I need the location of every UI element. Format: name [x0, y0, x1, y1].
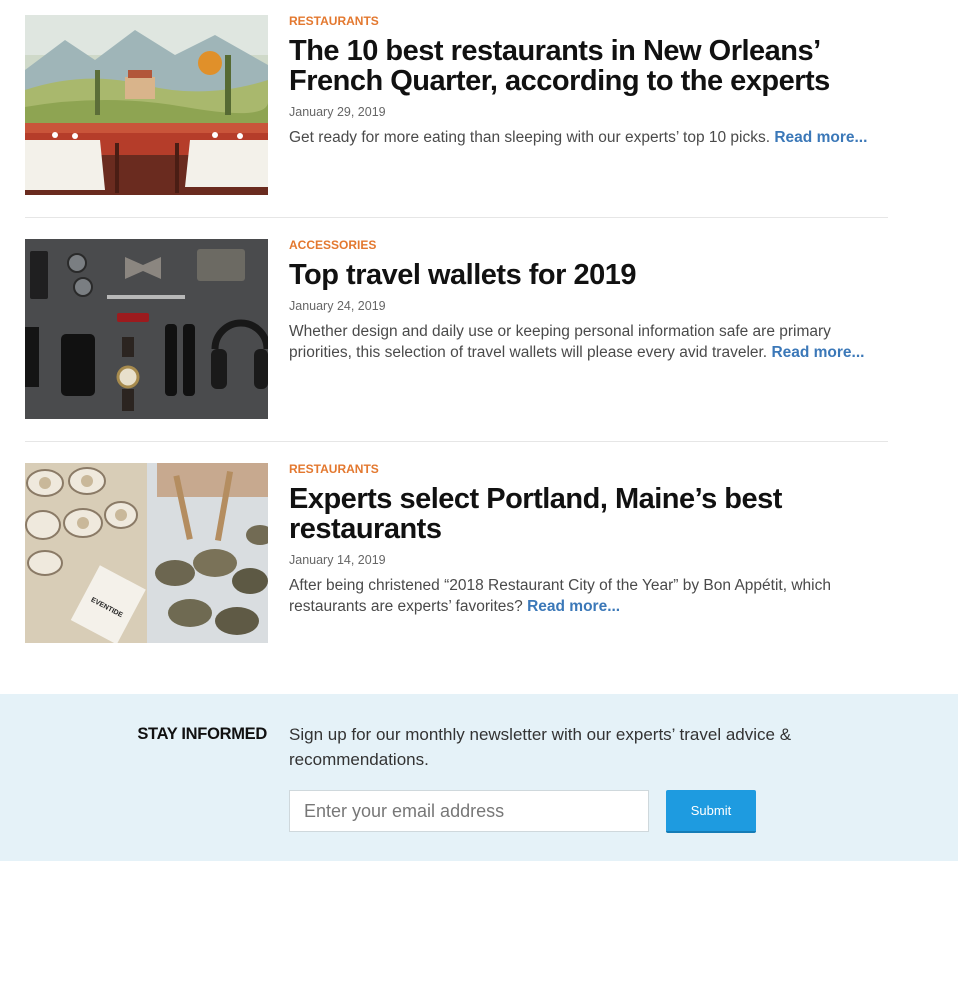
article-content: RESTAURANTS The 10 best restaurants in N…: [289, 15, 888, 148]
article-excerpt-text: Whether design and daily use or keeping …: [289, 323, 831, 361]
article-thumbnail[interactable]: EVENTIDE: [25, 463, 268, 643]
article-divider: [25, 441, 888, 442]
article-date: January 14, 2019: [289, 553, 386, 567]
article-category[interactable]: RESTAURANTS: [289, 463, 888, 475]
article-content: RESTAURANTS Experts select Portland, Mai…: [289, 463, 888, 617]
read-more-link[interactable]: Read more...: [774, 129, 867, 146]
article-thumbnail[interactable]: [25, 239, 268, 419]
read-more-link[interactable]: Read more...: [527, 598, 620, 615]
newsletter-section: STAY INFORMED Sign up for our monthly ne…: [0, 694, 958, 861]
article-category[interactable]: ACCESSORIES: [289, 239, 888, 251]
article-divider: [25, 217, 888, 218]
article-date: January 24, 2019: [289, 299, 386, 313]
submit-button[interactable]: Submit: [666, 790, 756, 833]
email-input[interactable]: [289, 790, 649, 832]
article-category[interactable]: RESTAURANTS: [289, 15, 888, 27]
article-title[interactable]: The 10 best restaurants in New Orleans’ …: [289, 36, 888, 96]
read-more-link[interactable]: Read more...: [771, 344, 864, 361]
article-excerpt: Whether design and daily use or keeping …: [289, 321, 888, 363]
article-excerpt: Get ready for more eating than sleeping …: [289, 127, 888, 148]
article-card: ACCESSORIES Top travel wallets for 2019 …: [25, 239, 888, 419]
article-card: RESTAURANTS The 10 best restaurants in N…: [25, 15, 888, 195]
article-card: EVENTIDE RESTAURANTS Experts select Port…: [25, 463, 888, 643]
article-thumbnail[interactable]: [25, 15, 268, 195]
article-excerpt: After being christened “2018 Restaurant …: [289, 575, 888, 617]
newsletter-heading: STAY INFORMED: [137, 725, 267, 743]
article-list: RESTAURANTS The 10 best restaurants in N…: [25, 15, 888, 643]
restaurant-mural-image: [25, 15, 268, 195]
article-date: January 29, 2019: [289, 105, 386, 119]
oysters-image: EVENTIDE: [25, 463, 268, 643]
article-excerpt-text: Get ready for more eating than sleeping …: [289, 129, 771, 146]
article-title[interactable]: Experts select Portland, Maine’s best re…: [289, 484, 888, 544]
article-title[interactable]: Top travel wallets for 2019: [289, 260, 888, 290]
article-content: ACCESSORIES Top travel wallets for 2019 …: [289, 239, 888, 363]
newsletter-description: Sign up for our monthly newsletter with …: [289, 725, 792, 769]
travel-wallets-flatlay-image: [25, 239, 268, 419]
